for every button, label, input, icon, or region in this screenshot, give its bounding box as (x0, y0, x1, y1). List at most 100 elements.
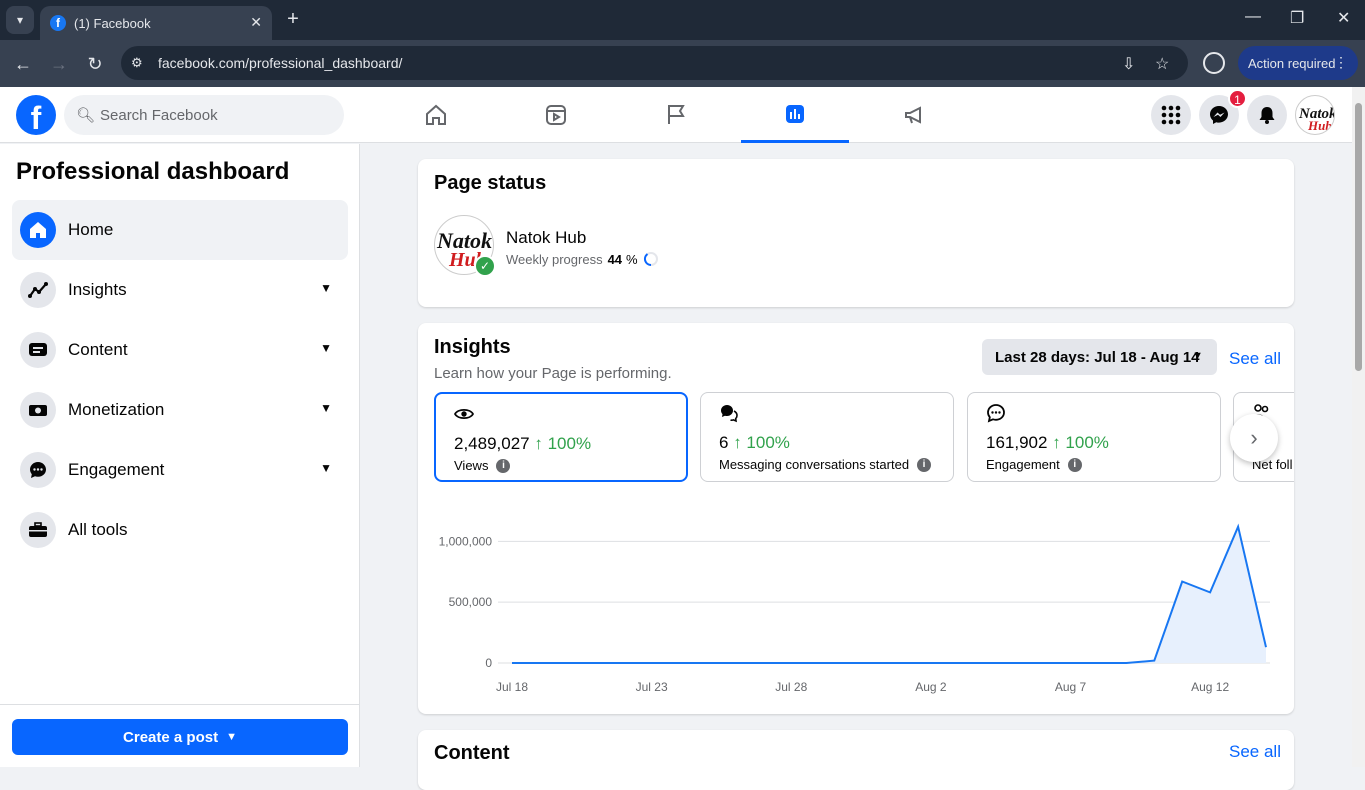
sidebar-item-insights[interactable]: Insights ▼ (12, 260, 348, 320)
facebook-header: f 🔍︎ Search Facebook 1 Natok Hub (0, 87, 1352, 143)
data-point[interactable] (1069, 661, 1073, 665)
data-point[interactable] (650, 661, 654, 665)
page-scrollbar[interactable] (1352, 87, 1365, 767)
date-range-label: Last 28 days: Jul 18 - Aug 14 (995, 348, 1200, 366)
content-see-all-link[interactable]: See all (1229, 742, 1281, 762)
sidebar-item-monetization[interactable]: Monetization ▼ (12, 380, 348, 440)
message-bubbles-icon (721, 405, 738, 423)
install-app-icon[interactable]: ⇩ (1122, 54, 1135, 74)
data-point[interactable] (1264, 645, 1268, 649)
bookmark-star-icon[interactable]: ☆ (1155, 54, 1169, 74)
insights-title: Insights (434, 336, 511, 358)
profile-icon[interactable] (1203, 52, 1225, 74)
maximize-icon[interactable]: ❐ (1290, 8, 1304, 28)
page-status-card: Page status Natok Hub ✓ Natok Hub Weekly … (418, 159, 1294, 307)
sidebar-item-content[interactable]: Content ▼ (12, 320, 348, 380)
menu-dots-icon: ⋮ (1334, 54, 1348, 70)
back-icon[interactable]: ← (11, 52, 35, 76)
data-point[interactable] (1236, 525, 1240, 529)
data-point[interactable] (901, 661, 905, 665)
metric-label: Engagement (986, 457, 1060, 472)
info-icon[interactable]: i (1067, 457, 1082, 472)
insights-see-all-link[interactable]: See all (1229, 349, 1281, 369)
info-icon[interactable]: i (917, 457, 932, 472)
x-tick-label: Aug 7 (1055, 680, 1087, 694)
tab-search-button[interactable]: ▾ (6, 6, 34, 34)
action-required-label: Action required (1248, 55, 1336, 71)
caret-down-icon: ▼ (1192, 350, 1203, 362)
create-post-button[interactable]: Create a post ▼ (12, 719, 348, 755)
data-point[interactable] (622, 661, 626, 665)
info-icon[interactable]: i (496, 458, 511, 473)
data-point[interactable] (733, 661, 737, 665)
sidebar-footer: Create a post ▼ (0, 704, 359, 767)
scrollbar-thumb[interactable] (1355, 103, 1362, 371)
chart-grid (498, 540, 1270, 664)
nav-home-icon[interactable] (382, 87, 490, 143)
metric-change: ↑ 100% (534, 434, 592, 453)
address-bar[interactable]: ⚙ facebook.com/professional_dashboard/ ⇩… (121, 46, 1188, 80)
close-window-icon[interactable]: ✕ (1337, 8, 1350, 28)
data-point[interactable] (678, 661, 682, 665)
new-tab-button[interactable]: + (282, 8, 304, 30)
data-point[interactable] (761, 661, 765, 665)
forward-icon[interactable]: → (47, 52, 71, 76)
page-name[interactable]: Natok Hub (506, 228, 586, 248)
data-point[interactable] (929, 661, 933, 665)
action-required-button[interactable]: Action required ⋮ (1238, 46, 1358, 80)
nav-pages-flag-icon[interactable] (622, 87, 730, 143)
search-input[interactable]: 🔍︎ Search Facebook (64, 95, 344, 135)
data-point[interactable] (985, 661, 989, 665)
metric-value-row: 2,489,027 ↑ 100% (454, 434, 591, 454)
minimize-icon[interactable]: — (1245, 8, 1261, 26)
data-point[interactable] (1013, 661, 1017, 665)
messenger-icon[interactable]: 1 (1199, 89, 1247, 135)
nav-dashboard-icon[interactable] (741, 87, 849, 143)
chevron-right-icon[interactable]: › (1230, 414, 1278, 462)
data-point[interactable] (594, 661, 598, 665)
data-point[interactable] (705, 661, 709, 665)
data-point[interactable] (1180, 579, 1184, 583)
sidebar-item-all-tools[interactable]: All tools (12, 500, 348, 560)
verified-check-icon: ✓ (474, 255, 496, 277)
nav-ads-megaphone-icon[interactable] (861, 87, 969, 143)
metric-value-row: 161,902 ↑ 100% (986, 433, 1109, 453)
nav-video-icon[interactable] (502, 87, 610, 143)
data-point[interactable] (1124, 661, 1128, 665)
chart-points (510, 525, 1268, 665)
data-point[interactable] (873, 661, 877, 665)
site-info-icon[interactable]: ⚙ (131, 55, 147, 71)
y-tick-label: 500,000 (449, 595, 493, 609)
metric-card-messaging[interactable]: 6 ↑ 100% Messaging conversations started… (700, 392, 954, 482)
progress-value: 44 (607, 251, 623, 267)
x-tick-label: Jul 23 (636, 680, 668, 694)
sidebar-item-home[interactable]: Home (12, 200, 348, 260)
data-point[interactable] (789, 661, 793, 665)
data-point[interactable] (1041, 661, 1045, 665)
create-post-label: Create a post (123, 728, 219, 746)
close-tab-icon[interactable]: ✕ (250, 14, 262, 31)
facebook-logo-icon[interactable]: f (16, 95, 56, 136)
toolbox-icon (20, 512, 56, 548)
sidebar-item-label: Content (68, 340, 128, 359)
account-avatar[interactable]: Natok Hub (1295, 95, 1335, 135)
sidebar-item-engagement[interactable]: Engagement ▼ (12, 440, 348, 500)
menu-grid-icon[interactable] (1151, 95, 1191, 135)
data-point[interactable] (1096, 661, 1100, 665)
data-point[interactable] (510, 661, 514, 665)
data-point[interactable] (1208, 590, 1212, 594)
data-point[interactable] (1152, 659, 1156, 663)
reload-icon[interactable]: ↻ (83, 52, 107, 76)
data-point[interactable] (957, 661, 961, 665)
metric-card-engagement[interactable]: 161,902 ↑ 100% Engagement i (967, 392, 1221, 482)
metric-card-views[interactable]: 2,489,027 ↑ 100% Views i (434, 392, 688, 482)
browser-tab[interactable]: f (1) Facebook ✕ (40, 6, 272, 40)
data-point[interactable] (817, 661, 821, 665)
data-point[interactable] (845, 661, 849, 665)
date-range-dropdown[interactable]: Last 28 days: Jul 18 - Aug 14 ▼ (982, 339, 1217, 375)
insights-subtitle: Learn how your Page is performing. (434, 365, 672, 382)
data-point[interactable] (566, 661, 570, 665)
data-point[interactable] (538, 661, 542, 665)
notifications-bell-icon[interactable] (1247, 95, 1287, 135)
browser-tab-bar: ▾ f (1) Facebook ✕ + — ❐ ✕ (0, 0, 1365, 40)
